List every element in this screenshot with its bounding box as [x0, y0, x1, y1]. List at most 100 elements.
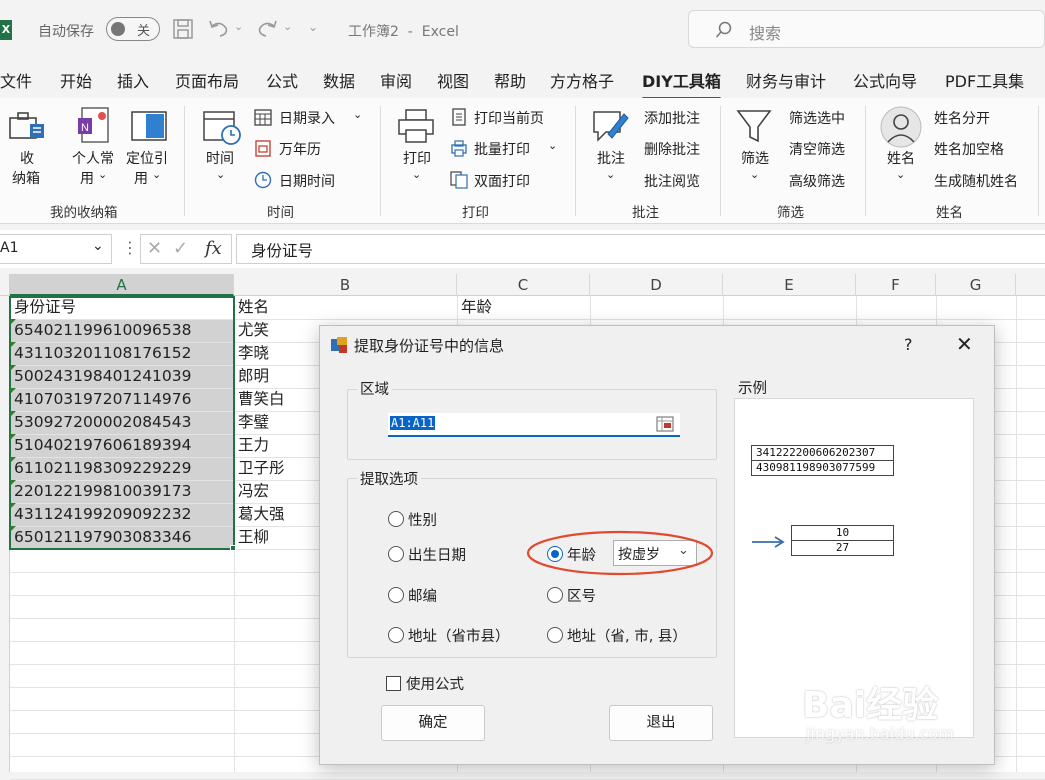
filter-icon[interactable]	[736, 108, 772, 144]
formula-input[interactable]: 身份证号	[236, 234, 1045, 264]
cell-name[interactable]: 王力	[238, 434, 269, 457]
radio-birth-date[interactable]	[388, 546, 404, 562]
radio-address-split-label[interactable]: 地址（省, 市, 县）	[567, 625, 687, 646]
filter-selected-button[interactable]: 筛选选中	[789, 108, 845, 128]
cell-id-number[interactable]: 530927200002084543	[14, 411, 192, 434]
comment-icon[interactable]	[590, 106, 630, 146]
confirm-entry-icon[interactable]: ✓	[173, 238, 188, 259]
date-entry-dropdown-icon[interactable]: ⌄	[353, 108, 362, 121]
filter-big-label[interactable]: 筛选	[741, 148, 769, 168]
menu-pdf-tools[interactable]: PDF工具集	[945, 68, 1024, 92]
time-icon[interactable]	[202, 108, 242, 146]
user-avatar-icon[interactable]	[880, 106, 922, 148]
personal-use-dropdown-icon[interactable]: ⌄	[98, 168, 107, 181]
comment-big-label[interactable]: 批注	[597, 148, 625, 168]
name-box-dropdown-icon[interactable]: ⌄	[92, 238, 104, 254]
fill-handle[interactable]	[230, 545, 236, 551]
storage-box-label-2[interactable]: 纳箱	[12, 168, 40, 188]
menu-formulas[interactable]: 公式	[266, 68, 298, 92]
print-current-page-button[interactable]: 打印当前页	[474, 108, 544, 128]
add-comment-button[interactable]: 添加批注	[644, 108, 700, 128]
dialog-close-icon[interactable]: ✕	[956, 332, 973, 356]
column-header-a[interactable]: A	[10, 274, 234, 296]
cell-id-number[interactable]: 431103201108176152	[14, 342, 192, 365]
cell-id-number[interactable]: 500243198401241039	[14, 365, 192, 388]
duplex-print-button[interactable]: 双面打印	[474, 171, 530, 191]
random-name-button[interactable]: 生成随机姓名	[934, 171, 1018, 191]
radio-address-split[interactable]	[547, 627, 563, 643]
split-name-button[interactable]: 姓名分开	[934, 108, 990, 128]
cell-id-number[interactable]: 510402197606189394	[14, 434, 192, 457]
menu-help[interactable]: 帮助	[494, 68, 526, 92]
cell-id-number[interactable]: 410703197207114976	[14, 388, 192, 411]
storage-box-label-1[interactable]: 收	[20, 148, 34, 168]
menu-diy-toolbox[interactable]: DIY工具箱	[642, 68, 721, 100]
column-header-b[interactable]: B	[234, 274, 457, 296]
save-icon[interactable]	[172, 18, 194, 40]
use-formula-checkbox[interactable]	[386, 676, 401, 691]
browse-comment-button[interactable]: 批注阅览	[644, 171, 700, 191]
more-options-icon[interactable]: ⋮	[122, 238, 138, 257]
customize-qat-icon[interactable]: ⌄	[308, 20, 318, 34]
cell-c1[interactable]: 年龄	[461, 296, 492, 319]
cell-name[interactable]: 李晓	[238, 342, 269, 365]
batch-print-dropdown-icon[interactable]: ⌄	[548, 139, 557, 152]
perpetual-calendar-button[interactable]: 万年历	[279, 139, 321, 159]
cell-name[interactable]: 尤笑	[238, 319, 269, 342]
clear-filter-button[interactable]: 清空筛选	[789, 139, 845, 159]
name-dropdown-icon[interactable]: ⌄	[896, 168, 905, 181]
name-add-space-button[interactable]: 姓名加空格	[934, 139, 1004, 159]
menu-page-layout[interactable]: 页面布局	[175, 68, 239, 92]
menu-home[interactable]: 开始	[60, 68, 92, 92]
undo-icon[interactable]	[206, 18, 232, 40]
cell-name[interactable]: 卫子彤	[238, 457, 285, 480]
name-big-label[interactable]: 姓名	[887, 148, 915, 168]
column-header-c[interactable]: C	[457, 274, 590, 296]
personal-use-icon[interactable]: N	[76, 106, 114, 146]
storage-box-icon[interactable]	[8, 110, 46, 144]
menu-ffcell[interactable]: 方方格子	[550, 68, 614, 92]
insert-function-icon[interactable]: fx	[205, 238, 222, 259]
search-box[interactable]: 搜索	[688, 10, 1045, 48]
exit-button[interactable]: 退出	[609, 705, 713, 741]
range-input[interactable]: A1:A11	[388, 413, 680, 437]
radio-gender[interactable]	[388, 511, 404, 527]
cell-name[interactable]: 王柳	[238, 526, 269, 549]
use-formula-label[interactable]: 使用公式	[406, 673, 464, 694]
filter-dropdown-icon[interactable]: ⌄	[750, 168, 759, 181]
cell-id-number[interactable]: 650121197903083346	[14, 526, 192, 549]
undo-dropdown-icon[interactable]: ⌄	[234, 20, 243, 33]
batch-print-button[interactable]: 批量打印	[474, 139, 530, 159]
cell-a1[interactable]: 身份证号	[14, 296, 76, 319]
menu-finance-audit[interactable]: 财务与审计	[746, 68, 826, 92]
radio-birth-date-label[interactable]: 出生日期	[408, 544, 466, 565]
column-header-f[interactable]: F	[856, 274, 936, 296]
date-time-button[interactable]: 日期时间	[279, 171, 335, 191]
print-dropdown-icon[interactable]: ⌄	[412, 168, 421, 181]
menu-file[interactable]: 文件	[0, 68, 32, 92]
cell-id-number[interactable]: 611021198309229229	[14, 457, 192, 480]
menu-view[interactable]: 视图	[437, 68, 469, 92]
printer-icon[interactable]	[396, 108, 436, 144]
redo-icon[interactable]	[254, 18, 280, 40]
ok-button[interactable]: 确定	[381, 705, 485, 741]
personal-use-label-2[interactable]: 用	[80, 168, 94, 188]
name-box[interactable]: A1 ⌄	[0, 234, 112, 264]
personal-use-label[interactable]: 个人常	[72, 148, 114, 168]
advanced-filter-button[interactable]: 高级筛选	[789, 171, 845, 191]
cell-name[interactable]: 葛大强	[238, 503, 285, 526]
column-header-d[interactable]: D	[590, 274, 723, 296]
radio-postcode[interactable]	[388, 587, 404, 603]
radio-address-compact[interactable]	[388, 627, 404, 643]
cell-name[interactable]: 郎明	[238, 365, 269, 388]
column-header-e[interactable]: E	[723, 274, 856, 296]
date-entry-button[interactable]: 日期录入	[279, 108, 335, 128]
print-big-label[interactable]: 打印	[403, 148, 431, 168]
cell-id-number[interactable]: 220122199810039173	[14, 480, 192, 503]
column-header-g[interactable]: G	[936, 274, 1016, 296]
menu-data[interactable]: 数据	[323, 68, 355, 92]
radio-area-code[interactable]	[547, 587, 563, 603]
locate-ref-dropdown-icon[interactable]: ⌄	[152, 168, 161, 181]
cell-name[interactable]: 李璧	[238, 411, 269, 434]
time-dropdown-icon[interactable]: ⌄	[216, 168, 225, 181]
